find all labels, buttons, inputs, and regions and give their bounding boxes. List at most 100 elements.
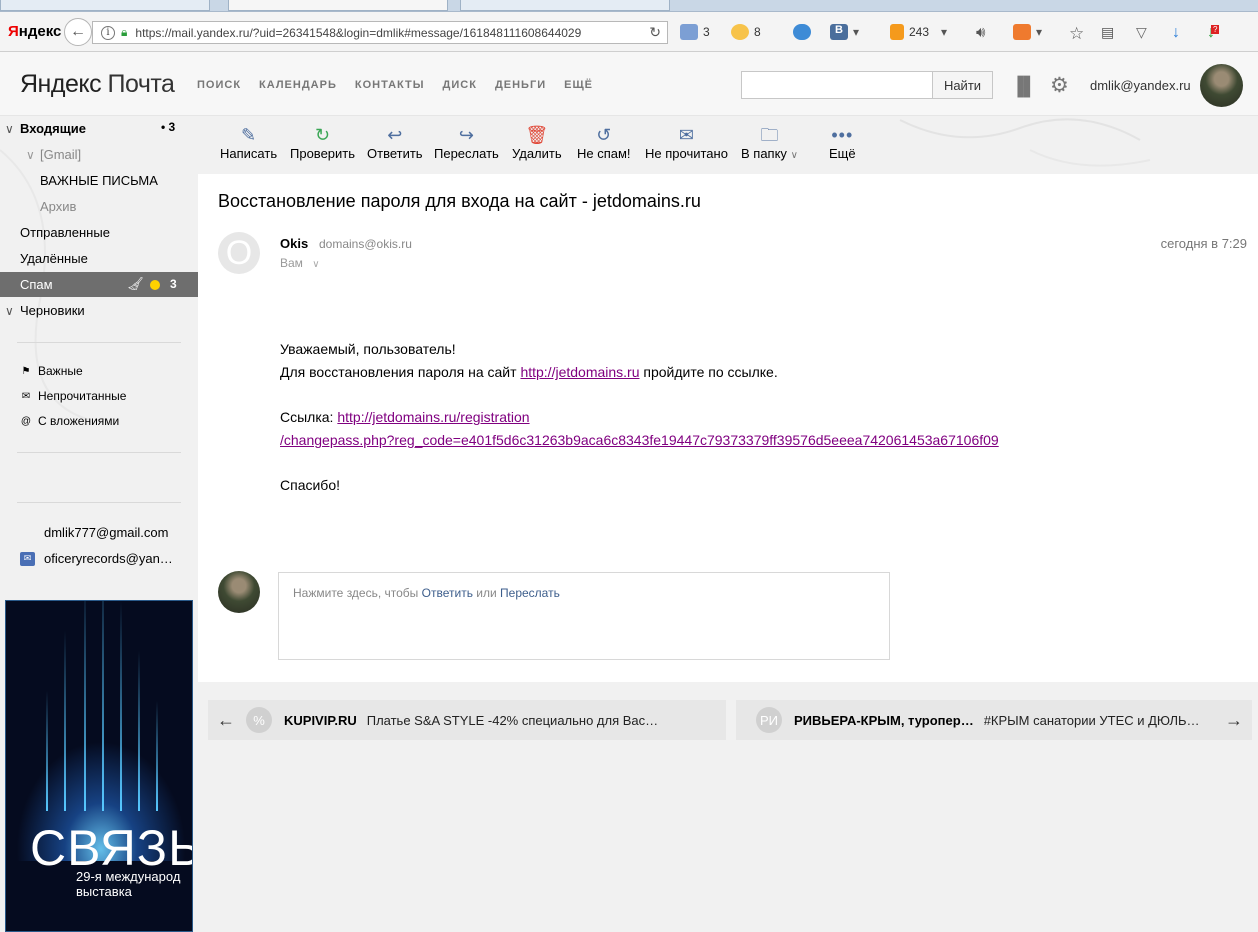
yandex-browser-brand: Яндекс [8,23,62,40]
move-to-folder-button[interactable]: 🗀︎ В папку ∨ [741,124,798,161]
pocket-button[interactable]: ▽ [1136,24,1147,41]
chevron-down-icon[interactable]: ∨ [5,122,14,136]
folder-drafts[interactable]: Черновики [20,303,85,318]
collector-yandex[interactable]: ✉ oficeryrecords@yan… [20,551,173,566]
ad-subtitle: 29-я международ [76,869,181,884]
ext-vk[interactable]: В ▾ [830,24,859,40]
folder-important-letters[interactable]: ВАЖНЫЕ ПИСЬМА [40,173,158,188]
nav-disk[interactable]: ДИСК [443,79,477,91]
mail-header: Яндекс Почта ПОИСК КАЛЕНДАРЬ КОНТАКТЫ ДИ… [0,52,1258,116]
folder-spam-label: Спам [20,277,53,292]
browser-tab[interactable] [460,0,670,11]
quick-reply-box[interactable]: Нажмите здесь, чтобы Ответить или Пересл… [278,572,890,660]
themes-icon[interactable]: ▐▌ [1011,76,1037,97]
delete-button[interactable]: 🗑︎ Удалить [512,124,562,161]
back-button[interactable]: ← [64,18,92,46]
user-email[interactable]: dmlik@yandex.ru [1090,78,1191,93]
promo-next[interactable]: РИ РИВЬЕРА-КРЫМ, туропер… #КРЫМ санатори… [736,700,1252,740]
gear-icon[interactable]: ⚙ [1050,73,1069,98]
ext-disk[interactable] [793,24,816,40]
ad-banner[interactable]: СВЯЗЬ 29-я международ выставка [5,600,193,932]
folder-gmail[interactable]: [Gmail] [40,147,81,162]
divider [17,502,181,503]
chevron-down-icon: ∨ [790,150,798,161]
reload-icon[interactable]: ↻ [649,24,661,41]
browser-tab[interactable] [0,0,210,11]
nav-calendar[interactable]: КАЛЕНДАРЬ [259,79,337,91]
downloads-button[interactable]: ↓ [1172,24,1180,42]
more-button[interactable]: ••• Ещё [829,124,856,161]
chevron-down-icon[interactable]: ∨ [5,304,14,318]
orange-tile-icon [1013,24,1031,40]
spam-count: 3 [170,277,177,291]
yandex-mail-logo[interactable]: Яндекс Почта [20,70,175,99]
undo-icon: ↺ [596,125,612,145]
ad-beam [102,601,104,811]
folder-archive[interactable]: Архив [40,199,76,214]
ext-sound[interactable]: 🔊︎ [976,24,985,41]
sender-email[interactable]: domains@okis.ru [319,237,412,251]
pencil-icon: ✎ [241,125,257,145]
not-spam-button[interactable]: ↺ Не спам! [577,124,631,161]
url-text[interactable]: https://mail.yandex.ru/?uid=26341548&log… [135,26,581,40]
nav-search[interactable]: ПОИСК [197,79,241,91]
filter-important[interactable]: ⚑ Важные [20,364,83,378]
refresh-icon: ↻ [314,125,331,145]
mark-unread-button[interactable]: ✉ Не прочитано [645,124,728,161]
pocket-icon: ▽ [1136,24,1147,40]
message-date: сегодня в 7:29 [1160,236,1247,251]
nav-more[interactable]: ЕЩЁ [564,79,593,91]
promo-avatar: РИ [756,707,782,733]
chevron-down-icon: ∨ [312,259,320,270]
ext-download-green[interactable]: ↓? [1207,24,1220,42]
filter-unread[interactable]: ✉ Непрочитанные [20,389,127,403]
reading-list[interactable]: ▤ [1101,24,1114,41]
search-button[interactable]: Найти [932,71,993,99]
folder-deleted[interactable]: Удалённые [20,251,88,266]
bookmark-star[interactable]: ☆ [1069,24,1084,44]
user-avatar[interactable] [1200,64,1243,107]
compose-button[interactable]: ✎ Написать [220,124,277,161]
cloud-icon [793,24,811,40]
nav-contacts[interactable]: КОНТАКТЫ [355,79,425,91]
address-bar[interactable]: i 🔒︎ https://mail.yandex.ru/?uid=2634154… [92,21,668,44]
download-icon: ↓ [1172,24,1180,41]
filter-attachments[interactable]: @ С вложениями [20,414,119,428]
quick-reply-link[interactable]: Ответить [422,586,473,600]
browser-tab-active[interactable] [228,0,448,11]
ext-mail[interactable]: 3 [680,24,710,40]
recipient-line[interactable]: Вам ∨ [280,256,320,270]
folder-spam[interactable]: Спам 🧹︎ 3 [0,272,198,297]
info-icon[interactable]: i [101,25,115,40]
clipboard-icon: ▤ [1101,24,1115,40]
ext-orange[interactable]: ▾ [1013,24,1042,40]
inbox-unread-count: • 3 [161,120,176,134]
folder-sent[interactable]: Отправленные [20,225,110,240]
promo-prev[interactable]: ← % KUPIVIP.RU Платье S&A STYLE -42% спе… [208,700,726,740]
speaker-icon: 🔊︎ [976,24,986,41]
reply-icon: ↩ [387,125,403,145]
folder-inbox[interactable]: Входящие [20,121,86,136]
sender-avatar[interactable]: O [218,232,260,274]
nav-money[interactable]: ДЕНЬГИ [495,79,546,91]
mail-search-input[interactable]: Найти [741,71,993,99]
arrow-right-icon[interactable]: → [1216,710,1252,731]
arrow-left-icon[interactable]: ← [208,710,244,731]
mail-icon [680,24,698,40]
quick-forward-link[interactable]: Переслать [500,586,560,600]
ext-weather[interactable]: 8 [731,24,761,40]
ok-icon [890,24,904,40]
divider [17,452,181,453]
site-link[interactable]: http://jetdomains.ru [520,364,639,380]
broom-icon[interactable]: 🧹︎ [127,276,144,292]
reply-button[interactable]: ↩ Ответить [367,124,423,161]
message-subject: Восстановление пароля для входа на сайт … [218,191,701,211]
check-mail-button[interactable]: ↻ Проверить [290,124,355,161]
collector-gmail[interactable]: dmlik777@gmail.com [44,525,168,540]
reset-link-part1[interactable]: http://jetdomains.ru/registration [337,409,529,425]
chevron-down-icon[interactable]: ∨ [26,148,35,162]
reset-link-part2[interactable]: /changepass.php?reg_code=e401f5d6c31263b… [280,432,999,448]
ext-ok[interactable]: 243 ▾ [890,24,947,40]
sender-name[interactable]: Okis [280,236,308,251]
forward-button[interactable]: ↪ Переслать [434,124,499,161]
